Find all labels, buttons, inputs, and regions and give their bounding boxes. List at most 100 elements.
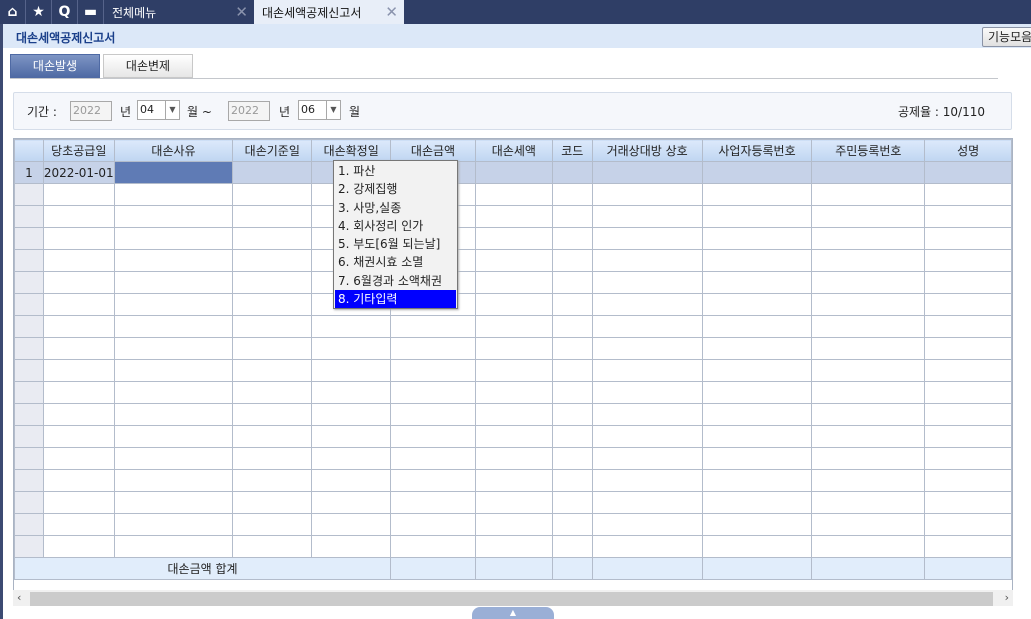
table-cell[interactable]	[811, 557, 926, 580]
table-cell[interactable]	[701, 403, 813, 426]
scroll-right-icon[interactable]: ›	[1005, 590, 1009, 606]
table-cell[interactable]	[311, 425, 392, 448]
row-number[interactable]	[14, 403, 44, 426]
dropdown-option[interactable]: 8. 기타입력	[335, 290, 456, 309]
table-cell[interactable]	[113, 205, 234, 228]
table-cell[interactable]	[232, 425, 313, 448]
table-cell[interactable]	[311, 315, 392, 338]
table-cell[interactable]	[42, 293, 115, 316]
table-cell[interactable]	[390, 491, 476, 514]
table-cell[interactable]	[311, 513, 392, 536]
from-year-input[interactable]: 2022	[70, 101, 112, 121]
table-cell[interactable]	[390, 359, 476, 382]
home-icon[interactable]: ⌂	[0, 0, 26, 24]
table-cell[interactable]	[232, 183, 313, 206]
table-cell[interactable]	[232, 249, 313, 272]
table-cell[interactable]	[42, 359, 115, 382]
table-cell[interactable]	[924, 183, 1012, 206]
subtab-bad-debt-repayment[interactable]: 대손변제	[103, 54, 193, 78]
table-cell[interactable]	[701, 293, 813, 316]
table-cell[interactable]	[232, 337, 313, 360]
table-cell[interactable]	[113, 227, 234, 250]
table-cell[interactable]	[113, 293, 234, 316]
supply-date-cell[interactable]: 2022-01-01	[42, 161, 115, 184]
row-number[interactable]	[14, 337, 44, 360]
chevron-down-icon[interactable]: ▼	[326, 101, 340, 119]
table-cell[interactable]	[924, 249, 1012, 272]
table-cell[interactable]	[474, 535, 553, 558]
table-cell[interactable]	[390, 469, 476, 492]
table-cell[interactable]	[924, 227, 1012, 250]
table-cell[interactable]	[701, 491, 813, 514]
column-header[interactable]: 코드	[551, 139, 593, 162]
table-cell[interactable]	[113, 447, 234, 470]
table-cell[interactable]	[474, 183, 553, 206]
row-number[interactable]	[14, 425, 44, 448]
table-cell[interactable]	[701, 447, 813, 470]
table-cell[interactable]	[474, 205, 553, 228]
table-cell[interactable]	[924, 315, 1012, 338]
table-cell[interactable]	[811, 183, 926, 206]
table-cell[interactable]	[42, 381, 115, 404]
table-cell[interactable]	[113, 535, 234, 558]
table-cell[interactable]	[113, 513, 234, 536]
close-icon[interactable]: ✕	[385, 3, 398, 21]
table-cell[interactable]	[591, 359, 703, 382]
row-number[interactable]	[14, 491, 44, 514]
table-cell[interactable]	[924, 403, 1012, 426]
column-header[interactable]: 대손기준일	[232, 139, 313, 162]
table-cell[interactable]	[924, 513, 1012, 536]
table-cell[interactable]	[591, 293, 703, 316]
table-cell[interactable]	[42, 535, 115, 558]
table-cell[interactable]	[474, 293, 553, 316]
close-icon[interactable]: ✕	[235, 3, 248, 21]
table-cell[interactable]	[42, 469, 115, 492]
table-cell[interactable]	[591, 205, 703, 228]
table-cell[interactable]	[474, 227, 553, 250]
table-cell[interactable]	[551, 491, 593, 514]
table-cell[interactable]	[42, 491, 115, 514]
row-number[interactable]	[14, 205, 44, 228]
table-cell[interactable]	[311, 337, 392, 360]
table-cell[interactable]	[591, 381, 703, 404]
column-header[interactable]: 성명	[924, 139, 1012, 162]
table-cell[interactable]	[591, 469, 703, 492]
table-cell[interactable]	[311, 491, 392, 514]
table-cell[interactable]	[474, 315, 553, 338]
table-cell[interactable]	[42, 425, 115, 448]
table-cell[interactable]	[924, 447, 1012, 470]
table-cell[interactable]	[232, 447, 313, 470]
table-cell[interactable]	[591, 403, 703, 426]
table-cell[interactable]	[42, 447, 115, 470]
star-icon[interactable]: ★	[26, 0, 52, 24]
table-cell[interactable]	[924, 535, 1012, 558]
table-cell[interactable]	[924, 491, 1012, 514]
table-cell[interactable]	[701, 425, 813, 448]
to-year-input[interactable]: 2022	[228, 101, 270, 121]
scroll-thumb[interactable]	[30, 592, 993, 606]
table-cell[interactable]	[551, 205, 593, 228]
table-cell[interactable]	[551, 293, 593, 316]
table-cell[interactable]	[113, 249, 234, 272]
table-cell[interactable]	[113, 315, 234, 338]
table-cell[interactable]	[701, 469, 813, 492]
search-icon[interactable]: Q	[52, 0, 78, 24]
table-cell[interactable]	[811, 227, 926, 250]
table-cell[interactable]	[811, 403, 926, 426]
table-cell[interactable]	[232, 403, 313, 426]
table-cell[interactable]	[390, 425, 476, 448]
table-cell[interactable]	[924, 469, 1012, 492]
table-cell[interactable]	[232, 469, 313, 492]
column-header[interactable]: 당초공급일	[42, 139, 115, 162]
table-cell[interactable]	[924, 381, 1012, 404]
table-cell[interactable]	[551, 557, 593, 580]
table-cell[interactable]	[232, 227, 313, 250]
table-cell[interactable]	[474, 161, 553, 184]
table-cell[interactable]	[311, 469, 392, 492]
dropdown-option[interactable]: 4. 회사정리 인가	[335, 217, 456, 235]
table-cell[interactable]	[924, 161, 1012, 184]
table-cell[interactable]	[551, 381, 593, 404]
table-cell[interactable]	[924, 293, 1012, 316]
tab-bad-debt-report[interactable]: 대손세액공제신고서 ✕	[254, 0, 404, 24]
table-cell[interactable]	[232, 271, 313, 294]
